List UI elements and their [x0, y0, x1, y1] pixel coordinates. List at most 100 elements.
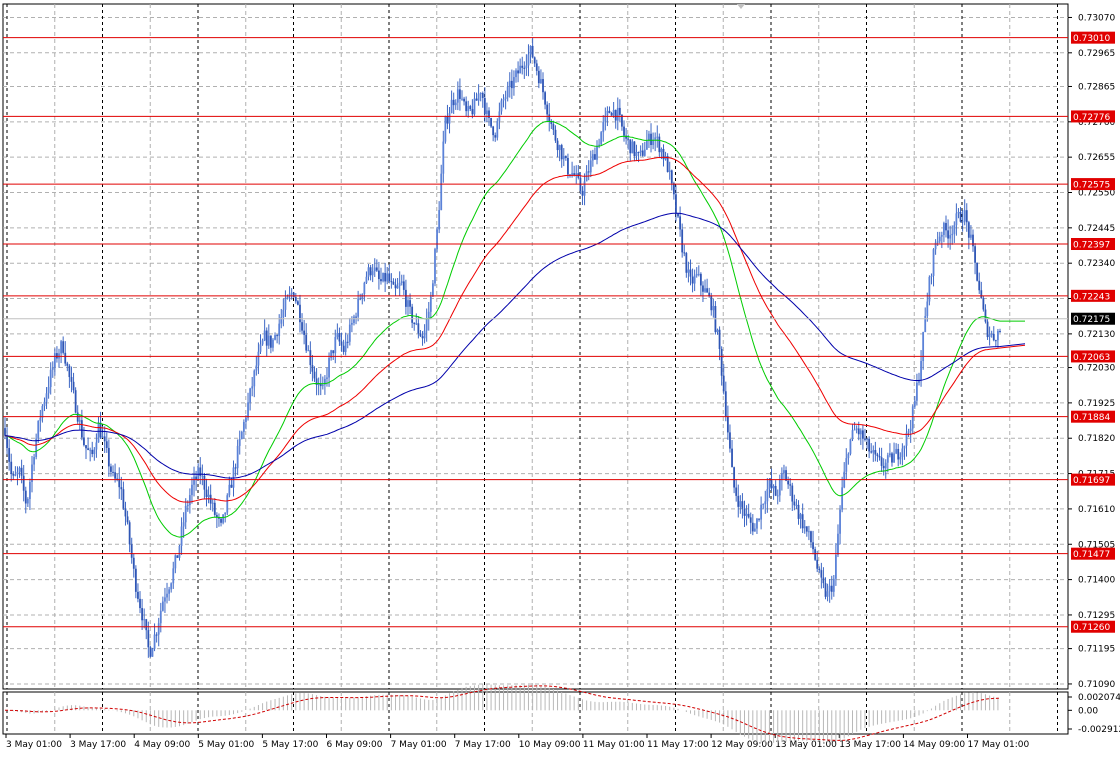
candle-body	[29, 482, 31, 499]
candle-body	[531, 45, 534, 58]
candle-body	[666, 156, 669, 172]
x-tick-label: 5 May 01:00	[198, 740, 254, 750]
candle-body	[834, 554, 837, 579]
oscillator-tick-label: 0.002074	[1078, 693, 1120, 703]
candle-body	[267, 335, 270, 346]
candle-body	[764, 501, 767, 505]
x-tick-label: 13 May 17:00	[839, 740, 901, 750]
y-tick-label: 0.71295	[1078, 611, 1115, 621]
candle-body	[436, 229, 438, 250]
candle-body	[74, 390, 77, 413]
candle-body	[66, 363, 69, 366]
candle-body	[845, 458, 848, 472]
candle-body	[465, 101, 468, 112]
candle-body	[305, 334, 308, 351]
candle-body	[710, 295, 713, 311]
candle-body	[916, 382, 918, 401]
candle-body	[301, 322, 303, 331]
y-tick-label: 0.72340	[1078, 259, 1115, 269]
candle-body	[421, 336, 424, 339]
candle-body	[997, 331, 999, 341]
y-tick-label: 0.71820	[1078, 434, 1115, 444]
candle-body	[643, 149, 646, 156]
candle-body	[992, 333, 995, 341]
candle-body	[712, 306, 715, 311]
candle-body	[594, 154, 596, 160]
candle-body	[878, 456, 881, 458]
candle-body	[687, 269, 690, 273]
candle-body	[699, 273, 702, 286]
candle-body	[255, 365, 258, 371]
candle-body	[612, 109, 615, 116]
x-tick-label: 14 May 09:00	[903, 740, 965, 750]
candle-body	[716, 329, 719, 333]
candle-body	[369, 267, 372, 276]
candle-body	[675, 194, 677, 214]
candle-body	[257, 351, 260, 366]
candle-body	[830, 585, 833, 592]
candle-body	[492, 126, 495, 136]
candle-body	[224, 512, 227, 515]
candle-body	[226, 495, 229, 513]
candle-body	[438, 210, 441, 230]
candle-body	[230, 484, 233, 488]
candle-body	[193, 476, 195, 485]
candle-body	[824, 583, 827, 597]
candle-body	[10, 461, 13, 475]
candle-body	[913, 400, 916, 407]
candle-body	[78, 420, 81, 422]
y-tick-label: 0.71925	[1078, 399, 1115, 409]
candle-body	[292, 292, 295, 298]
candle-body	[205, 489, 208, 497]
candle-body	[182, 522, 185, 527]
candle-body	[313, 371, 316, 379]
candle-body	[33, 457, 35, 465]
candle-body	[940, 234, 943, 237]
candle-body	[259, 344, 262, 352]
candle-body	[147, 630, 150, 648]
candle-body	[795, 504, 798, 506]
candle-body	[151, 648, 154, 657]
candle-body	[949, 235, 952, 239]
candle-body	[234, 467, 237, 469]
candle-body	[799, 514, 802, 519]
candle-body	[810, 531, 812, 543]
candle-body	[658, 136, 661, 153]
candle-body	[623, 126, 625, 136]
candle-body	[263, 330, 266, 341]
x-axis: 3 May 01:00 3 May 17:00 4 May 09:00 5 May 0…	[5, 734, 1029, 750]
candle-body	[749, 517, 752, 523]
candle-body	[45, 393, 48, 402]
candle-body	[282, 309, 285, 318]
candle-body	[284, 298, 287, 310]
candle-body	[307, 350, 310, 352]
candle-body	[780, 473, 783, 480]
candle-body	[388, 273, 391, 282]
candle-body	[608, 110, 611, 113]
candle-body	[236, 445, 239, 469]
candle-body	[864, 438, 866, 440]
candle-body	[411, 306, 414, 323]
candle-body	[105, 441, 108, 448]
candle-body	[384, 272, 387, 282]
candle-body	[299, 304, 301, 323]
candle-body	[731, 448, 733, 468]
candle-body	[739, 501, 742, 507]
candle-body	[525, 65, 528, 69]
candle-body	[407, 300, 409, 307]
candle-body	[203, 475, 206, 490]
candle-body	[635, 151, 638, 157]
candle-body	[602, 121, 605, 133]
candle-body	[195, 476, 198, 480]
candle-body	[207, 494, 210, 497]
candle-body	[132, 557, 135, 569]
candle-body	[793, 501, 796, 506]
candle-body	[558, 145, 561, 151]
candle-body	[238, 438, 241, 446]
candle-body	[336, 333, 339, 338]
candle-body	[654, 137, 657, 140]
candle-body	[789, 484, 792, 486]
candle-body	[294, 297, 297, 302]
candle-body	[660, 148, 663, 153]
y-tick-label: 0.72655	[1078, 153, 1115, 163]
